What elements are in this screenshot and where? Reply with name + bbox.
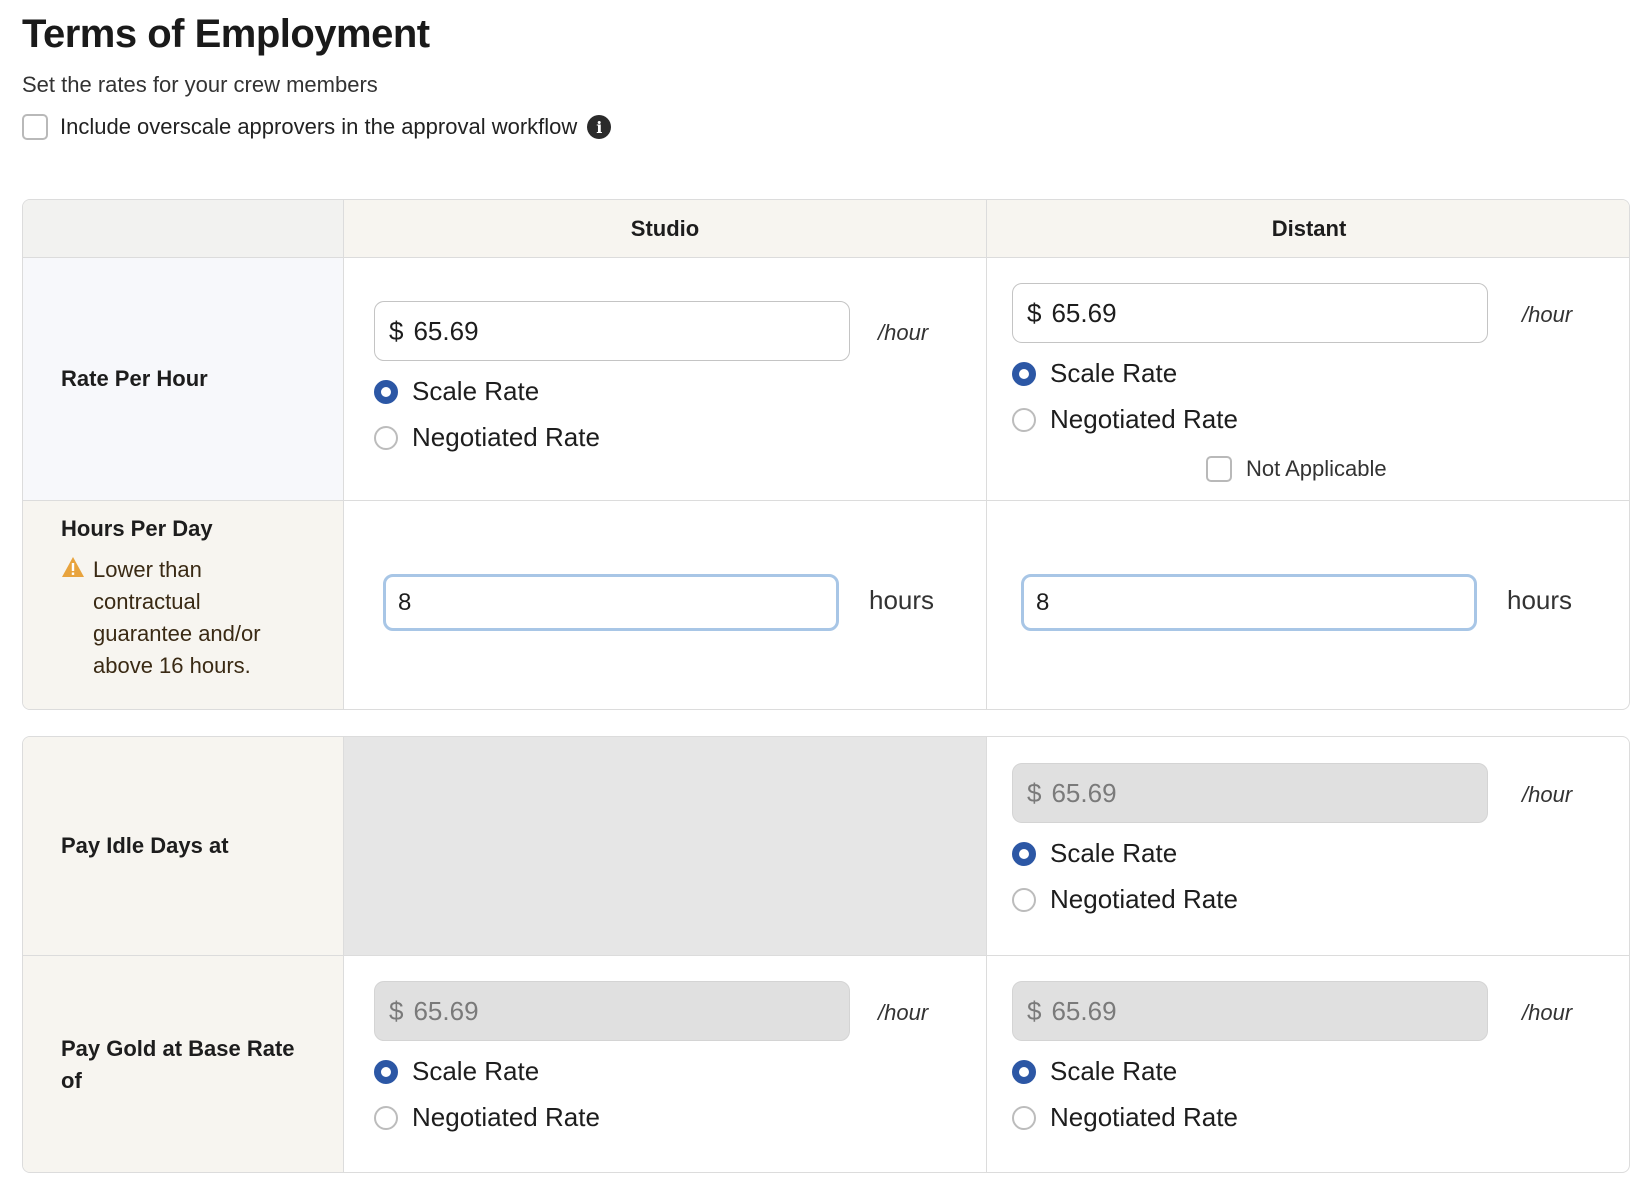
hours-per-day-distant-cell: 8 hours: [987, 501, 1629, 709]
hours-value: 8: [1036, 588, 1050, 616]
rate-value: 65.69: [413, 995, 479, 1026]
radio-unselected-icon[interactable]: [374, 1105, 398, 1130]
idle-scale-rate-option[interactable]: Scale Rate: [1012, 838, 1177, 869]
pay-idle-days-label: Pay Idle Days at: [61, 833, 229, 858]
warning-icon: [62, 557, 84, 577]
distant-scale-rate-option[interactable]: Scale Rate: [1012, 358, 1177, 389]
table-header-blank: [23, 200, 344, 258]
rate-per-hour-studio-input[interactable]: $ 65.69: [374, 301, 850, 361]
hours-value: 8: [398, 588, 412, 616]
radio-selected-icon[interactable]: [1012, 841, 1036, 866]
currency-symbol: $: [1027, 995, 1042, 1026]
hours-per-day-label: Hours Per Day: [61, 516, 213, 541]
row-label-hours-per-day: Hours Per Day Lower than contractual gua…: [23, 501, 344, 709]
radio-unselected-icon[interactable]: [374, 425, 398, 450]
pay-idle-days-distant-cell: $ 65.69 /hour Scale Rate Negotiated Rate: [987, 737, 1629, 956]
pay-gold-distant-cell: $ 65.69 /hour Scale Rate Negotiated Rate: [987, 956, 1629, 1172]
pay-gold-studio-input: $ 65.69: [374, 981, 850, 1041]
rate-per-hour-distant-input[interactable]: $ 65.69: [1012, 283, 1488, 343]
hours-unit: hours: [869, 585, 935, 615]
currency-symbol: $: [1027, 777, 1042, 808]
radio-unselected-icon[interactable]: [1012, 887, 1036, 912]
radio-unselected-icon[interactable]: [1012, 1105, 1036, 1130]
gold-studio-scale-rate-option[interactable]: Scale Rate: [374, 1056, 539, 1087]
warning-text: Lower than contractual guarantee and/or …: [93, 557, 261, 678]
negotiated-rate-label[interactable]: Negotiated Rate: [1050, 404, 1238, 435]
radio-selected-icon[interactable]: [1012, 361, 1036, 386]
gold-distant-scale-rate-option[interactable]: Scale Rate: [1012, 1056, 1177, 1087]
studio-scale-rate-option[interactable]: Scale Rate: [374, 376, 539, 407]
not-applicable-option[interactable]: Not Applicable: [1206, 456, 1387, 482]
hours-per-day-studio-input[interactable]: 8: [383, 574, 839, 631]
scale-rate-label[interactable]: Scale Rate: [1050, 838, 1177, 869]
pay-idle-days-distant-input: $ 65.69: [1012, 763, 1488, 823]
scale-rate-label[interactable]: Scale Rate: [1050, 1056, 1177, 1087]
rate-value: 65.69: [1051, 297, 1117, 328]
info-circle-icon[interactable]: i: [587, 115, 612, 139]
currency-symbol: $: [389, 315, 404, 346]
per-hour-unit: /hour: [1522, 302, 1573, 327]
distant-negotiated-rate-option[interactable]: Negotiated Rate: [1012, 404, 1238, 435]
scale-rate-label[interactable]: Scale Rate: [412, 376, 539, 407]
scale-rate-label[interactable]: Scale Rate: [1050, 358, 1177, 389]
per-hour-unit: /hour: [878, 320, 929, 345]
overscale-approvers-checkbox[interactable]: [22, 114, 48, 140]
pay-gold-label: Pay Gold at Base Rate of: [61, 1036, 295, 1093]
hours-per-day-distant-input[interactable]: 8: [1021, 574, 1477, 631]
hours-per-day-studio-cell: 8 hours: [344, 501, 987, 709]
pay-idle-days-studio-cell-empty: [344, 737, 987, 956]
gold-studio-negotiated-rate-option[interactable]: Negotiated Rate: [374, 1102, 600, 1133]
radio-selected-icon[interactable]: [374, 1059, 398, 1084]
column-header-studio: Studio: [344, 200, 987, 258]
row-label-pay-idle-days: Pay Idle Days at: [23, 737, 344, 956]
page-title: Terms of Employment: [22, 12, 430, 56]
radio-selected-icon[interactable]: [374, 379, 398, 404]
hours-unit: hours: [1507, 585, 1573, 615]
rate-per-hour-studio-cell: $ 65.69 /hour Scale Rate Negotiated Rate: [344, 258, 987, 501]
negotiated-rate-label[interactable]: Negotiated Rate: [412, 1102, 600, 1133]
per-hour-unit: /hour: [878, 1000, 929, 1025]
not-applicable-label[interactable]: Not Applicable: [1246, 456, 1387, 482]
currency-symbol: $: [1027, 297, 1042, 328]
scale-rate-label[interactable]: Scale Rate: [412, 1056, 539, 1087]
rate-value: 65.69: [413, 315, 479, 346]
per-hour-unit: /hour: [1522, 1000, 1573, 1025]
row-label-pay-gold: Pay Gold at Base Rate of: [23, 956, 344, 1172]
idle-gold-table: Pay Idle Days at $ 65.69 /hour Scale Rat…: [22, 736, 1630, 1173]
gold-distant-negotiated-rate-option[interactable]: Negotiated Rate: [1012, 1102, 1238, 1133]
overscale-approvers-label[interactable]: Include overscale approvers in the appro…: [60, 114, 577, 140]
column-header-distant: Distant: [987, 200, 1629, 258]
rate-value: 65.69: [1051, 777, 1117, 808]
rate-per-hour-label: Rate Per Hour: [61, 366, 208, 391]
pay-gold-studio-cell: $ 65.69 /hour Scale Rate Negotiated Rate: [344, 956, 987, 1172]
not-applicable-checkbox[interactable]: [1206, 456, 1232, 482]
rate-value: 65.69: [1051, 995, 1117, 1026]
per-hour-unit: /hour: [1522, 782, 1573, 807]
currency-symbol: $: [389, 995, 404, 1026]
radio-selected-icon[interactable]: [1012, 1059, 1036, 1084]
radio-unselected-icon[interactable]: [1012, 407, 1036, 432]
negotiated-rate-label[interactable]: Negotiated Rate: [412, 422, 600, 453]
idle-negotiated-rate-option[interactable]: Negotiated Rate: [1012, 884, 1238, 915]
hours-warning: Lower than contractual guarantee and/or …: [61, 554, 303, 682]
negotiated-rate-label[interactable]: Negotiated Rate: [1050, 884, 1238, 915]
rates-table: Studio Distant Rate Per Hour $ 65.69 /ho…: [22, 199, 1630, 710]
row-label-rate-per-hour: Rate Per Hour: [23, 258, 344, 501]
studio-negotiated-rate-option[interactable]: Negotiated Rate: [374, 422, 600, 453]
rate-per-hour-distant-cell: $ 65.69 /hour Scale Rate Negotiated Rate…: [987, 258, 1629, 501]
pay-gold-distant-input: $ 65.69: [1012, 981, 1488, 1041]
overscale-approvers-option[interactable]: Include overscale approvers in the appro…: [22, 114, 612, 140]
negotiated-rate-label[interactable]: Negotiated Rate: [1050, 1102, 1238, 1133]
page-subtitle: Set the rates for your crew members: [22, 72, 378, 97]
